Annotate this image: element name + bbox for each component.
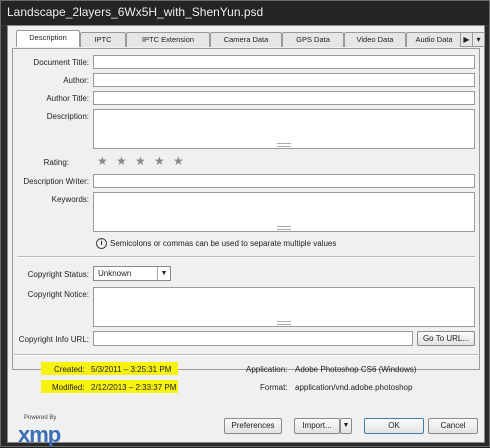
format-value: application/vnd.adobe.photoshop bbox=[295, 383, 413, 392]
created-value: 5/3/2011 – 3:25:31 PM bbox=[91, 365, 172, 374]
resize-grip-icon[interactable] bbox=[277, 226, 291, 230]
copyright-status-label: Copyright Status: bbox=[27, 270, 89, 279]
section-divider bbox=[17, 256, 475, 258]
copyright-status-select[interactable]: Unknown ▼ bbox=[93, 266, 171, 281]
star-icon[interactable]: ★ bbox=[97, 155, 111, 167]
tab-audio-data[interactable]: Audio Data bbox=[406, 32, 462, 47]
copyright-notice-textarea[interactable] bbox=[93, 287, 475, 327]
format-label: Format: bbox=[260, 383, 288, 392]
modified-value: 2/12/2013 – 2:33:37 PM bbox=[91, 383, 177, 392]
dropdown-arrow-icon: ▼ bbox=[342, 422, 350, 429]
footer-divider bbox=[14, 354, 478, 356]
document-title-input[interactable] bbox=[93, 55, 475, 69]
star-icon[interactable]: ★ bbox=[154, 155, 168, 167]
description-writer-input[interactable] bbox=[93, 174, 475, 188]
modified-label: Modified: bbox=[52, 383, 85, 392]
preferences-button[interactable]: Preferences bbox=[224, 418, 282, 434]
info-icon: i bbox=[96, 238, 107, 249]
created-label: Created: bbox=[54, 365, 85, 374]
application-value: Adobe Photoshop CS6 (Windows) bbox=[295, 365, 417, 374]
import-dropdown-button[interactable]: ▼ bbox=[340, 418, 352, 434]
dialog-window: Landscape_2layers_6Wx5H_with_ShenYun.psd… bbox=[0, 0, 490, 447]
window-title: Landscape_2layers_6Wx5H_with_ShenYun.psd bbox=[7, 5, 264, 19]
import-button[interactable]: Import... bbox=[294, 418, 340, 434]
title-bar[interactable]: Landscape_2layers_6Wx5H_with_ShenYun.psd bbox=[1, 1, 489, 26]
star-icon[interactable]: ★ bbox=[116, 155, 130, 167]
ok-button[interactable]: OK bbox=[364, 418, 424, 434]
tab-iptc-extension[interactable]: IPTC Extension bbox=[126, 32, 210, 47]
copyright-notice-label: Copyright Notice: bbox=[27, 290, 89, 299]
chevron-right-icon: ▶ bbox=[463, 35, 470, 44]
go-to-url-button[interactable]: Go To URL... bbox=[417, 331, 475, 346]
dialog-client-area: Description IPTC IPTC Extension Camera D… bbox=[7, 25, 485, 447]
description-label: Description: bbox=[46, 112, 89, 121]
dropdown-arrow-icon: ▼ bbox=[157, 267, 170, 280]
tab-description[interactable]: Description bbox=[16, 30, 80, 47]
tab-iptc[interactable]: IPTC bbox=[80, 32, 126, 47]
keywords-textarea[interactable] bbox=[93, 192, 475, 232]
tab-menu-button[interactable]: ▾ bbox=[472, 32, 485, 47]
copyright-url-label: Copyright Info URL: bbox=[18, 335, 89, 344]
author-label: Author: bbox=[63, 76, 89, 85]
author-title-label: Author Title: bbox=[46, 94, 89, 103]
star-icon[interactable]: ★ bbox=[135, 155, 149, 167]
application-label: Application: bbox=[246, 365, 288, 374]
tab-camera-data[interactable]: Camera Data bbox=[210, 32, 282, 47]
powered-by-label: Powered By bbox=[24, 415, 57, 421]
description-textarea[interactable] bbox=[93, 109, 475, 149]
cancel-button[interactable]: Cancel bbox=[428, 418, 478, 434]
description-writer-label: Description Writer: bbox=[23, 177, 89, 186]
tab-gps-data[interactable]: GPS Data bbox=[282, 32, 344, 47]
keywords-hint: Semicolons or commas can be used to sepa… bbox=[110, 239, 337, 248]
tab-video-data[interactable]: Video Data bbox=[344, 32, 406, 47]
resize-grip-icon[interactable] bbox=[277, 321, 291, 325]
xmp-logo: xmp bbox=[18, 422, 61, 447]
description-panel: Document Title: Author: Author Title: De… bbox=[12, 48, 480, 370]
star-icon[interactable]: ★ bbox=[173, 155, 187, 167]
resize-grip-icon[interactable] bbox=[277, 143, 291, 147]
author-input[interactable] bbox=[93, 73, 475, 87]
author-title-input[interactable] bbox=[93, 91, 475, 105]
copyright-url-input[interactable] bbox=[93, 331, 413, 346]
copyright-status-value: Unknown bbox=[98, 269, 132, 278]
keywords-label: Keywords: bbox=[51, 195, 89, 204]
chevron-down-icon: ▾ bbox=[476, 35, 481, 44]
document-title-label: Document Title: bbox=[33, 58, 89, 67]
rating-stars: ★ ★ ★ ★ ★ bbox=[97, 155, 192, 167]
rating-label: Rating: bbox=[43, 158, 69, 167]
